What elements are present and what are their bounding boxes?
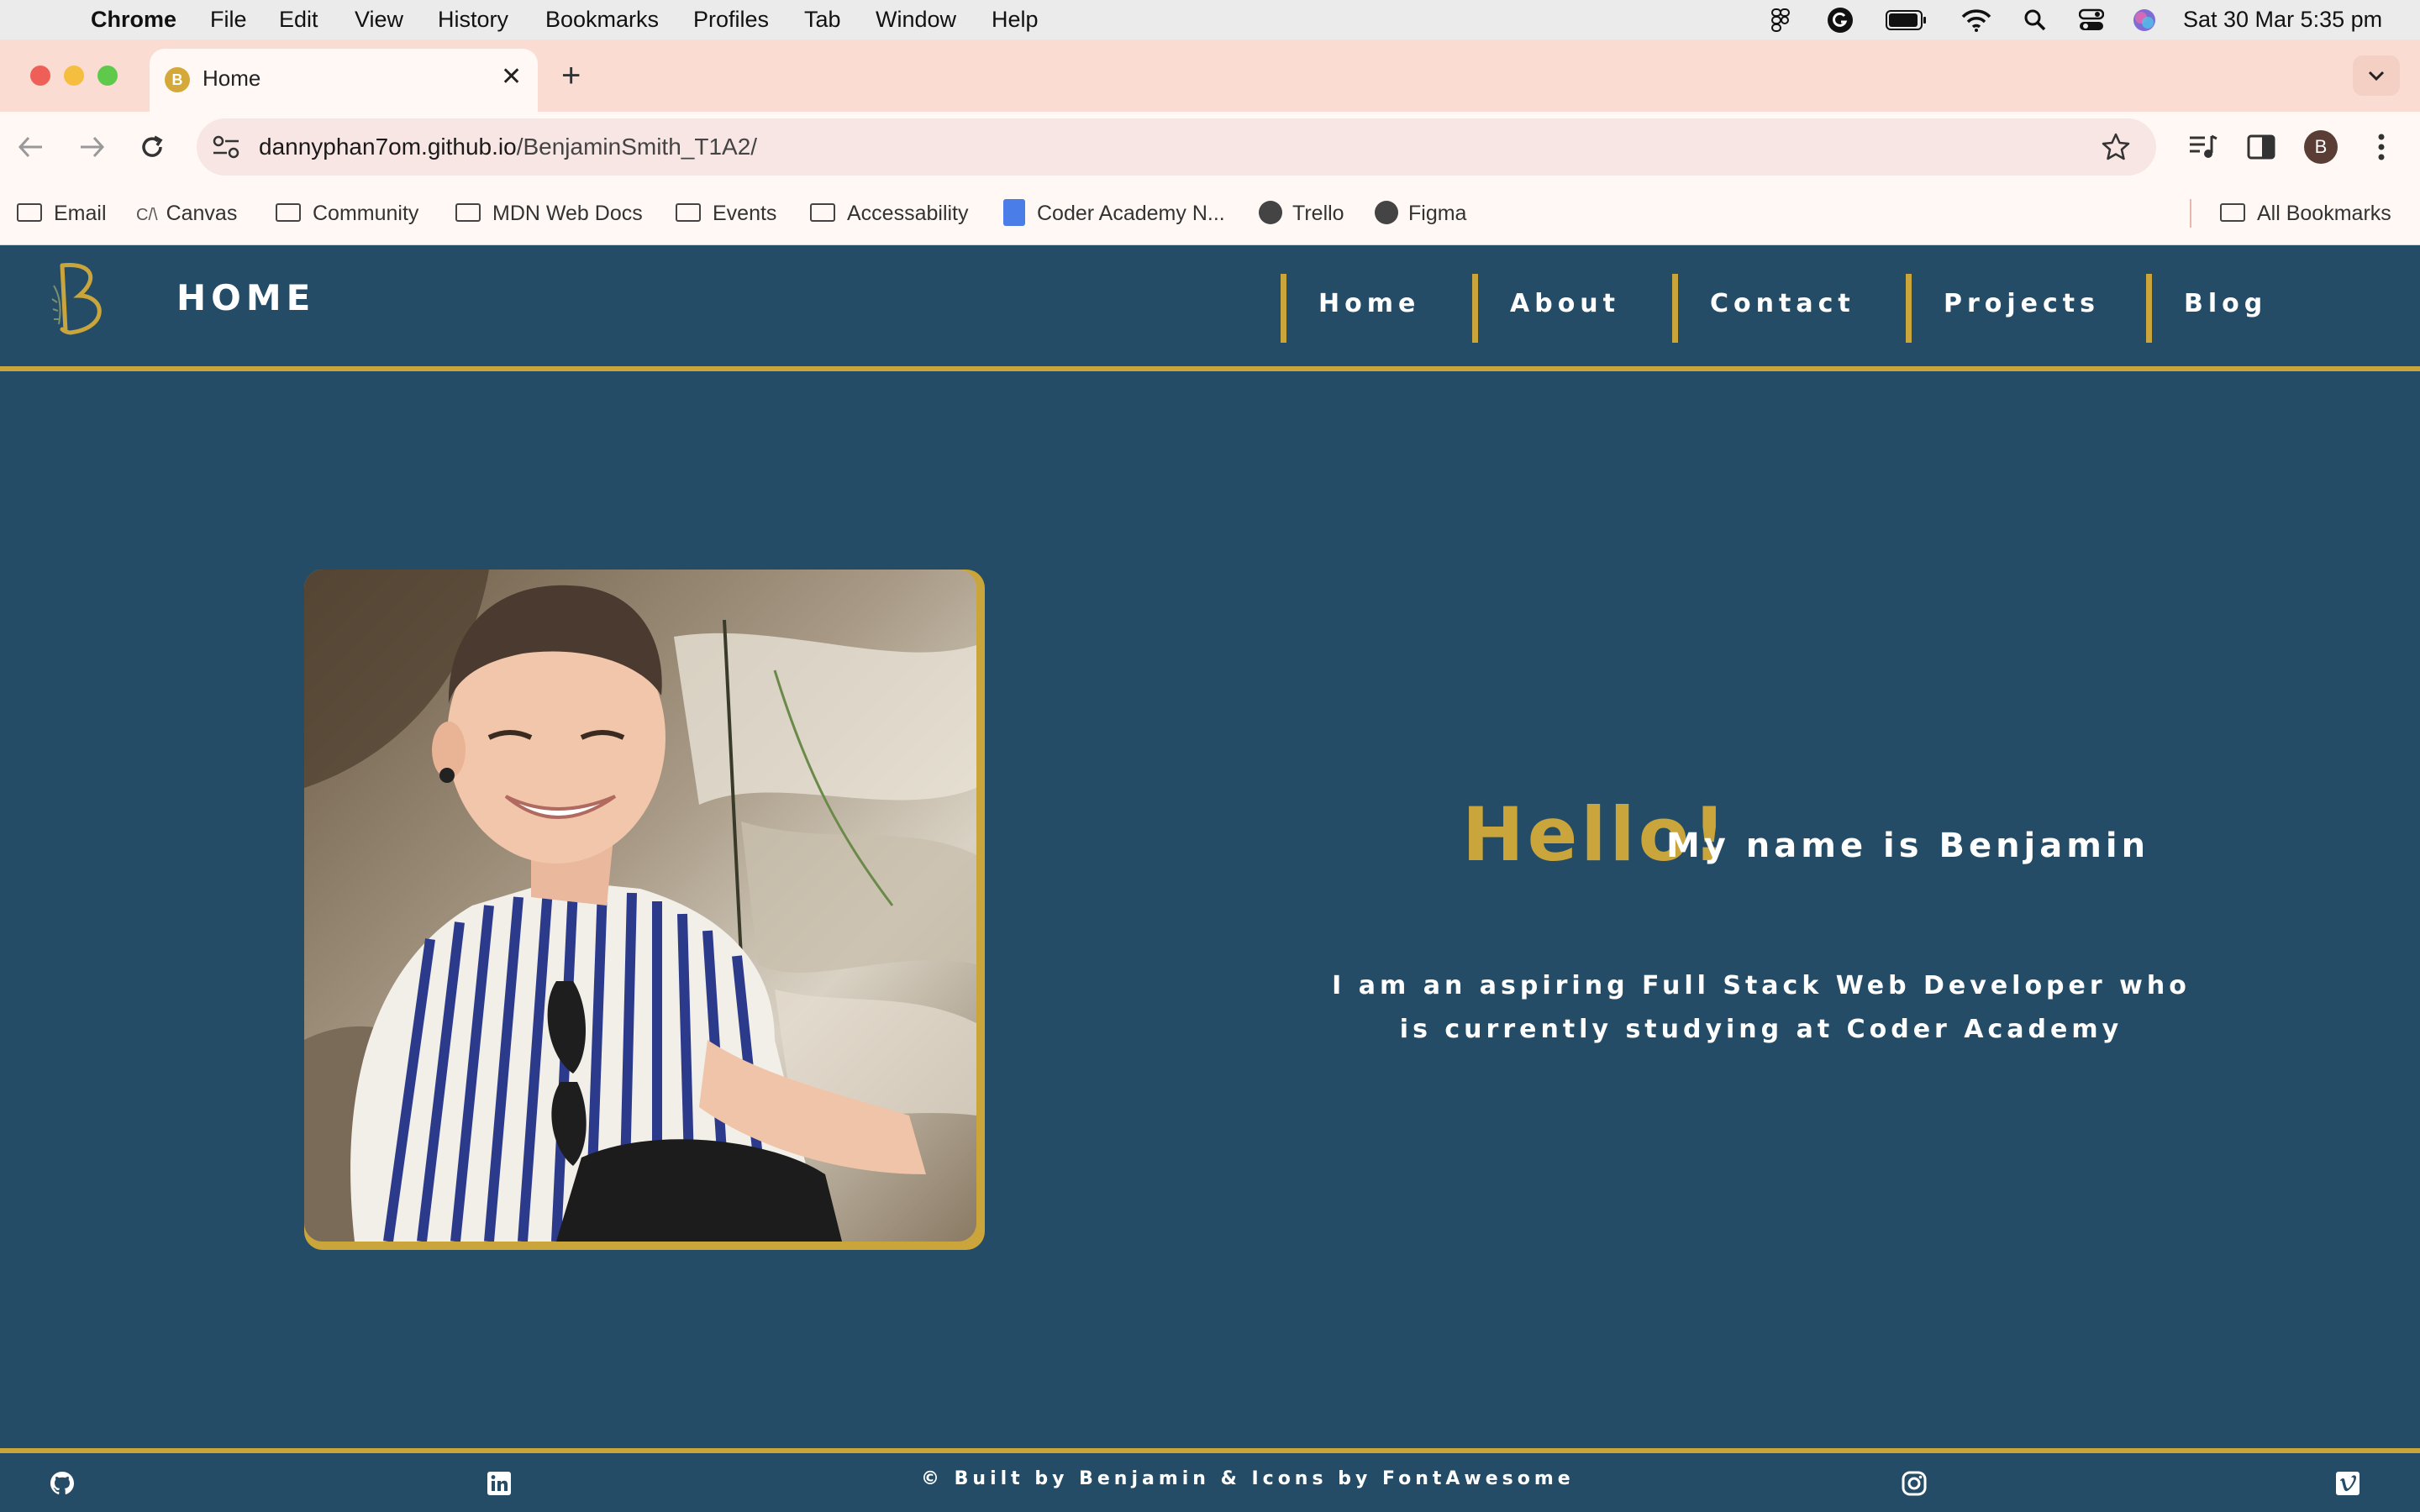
bookmark-events[interactable]: Events (676, 182, 776, 244)
nav-label: Blog (2184, 289, 2268, 318)
tab-title: Home (203, 66, 261, 91)
url-path: /BenjaminSmith_T1A2/ (516, 134, 758, 160)
window-minimize-button[interactable] (64, 66, 84, 86)
menu-edit[interactable]: Edit (279, 0, 318, 39)
intro-name: My name is Benjamin (1666, 827, 2150, 865)
window-zoom-button[interactable] (97, 66, 118, 86)
bookmark-label: All Bookmarks (2257, 202, 2391, 225)
tab-close-icon[interactable]: ✕ (501, 62, 522, 92)
reload-icon[interactable] (138, 133, 166, 161)
battery-icon[interactable] (1886, 10, 1928, 30)
nav-home[interactable]: Home (1281, 274, 1480, 343)
menu-window[interactable]: Window (876, 0, 956, 39)
menu-datetime[interactable]: Sat 30 Mar 5:35 pm (2183, 0, 2382, 39)
wifi-icon[interactable] (1961, 8, 1991, 32)
nav-label: Projects (1944, 289, 2101, 318)
vimeo-icon[interactable] (2334, 1470, 2361, 1497)
spotlight-search-icon[interactable] (2023, 8, 2047, 32)
url-domain: dannyphan7om.github.io (259, 134, 517, 160)
google-docs-icon (1003, 199, 1025, 227)
folder-icon (17, 203, 42, 223)
grammarly-icon[interactable] (1827, 7, 1854, 34)
nav-label: Home (1318, 289, 1421, 318)
nav-contact[interactable]: Contact (1672, 274, 1913, 343)
folder-icon (2220, 203, 2245, 223)
menu-tab[interactable]: Tab (804, 0, 841, 39)
control-center-icon[interactable] (2079, 8, 2104, 32)
nav-label: Contact (1710, 289, 1855, 318)
globe-icon (1259, 201, 1282, 225)
profile-photo (304, 570, 976, 1242)
nav-label: About (1510, 289, 1621, 318)
bookmark-label: Coder Academy N... (1037, 202, 1225, 225)
bookmark-star-icon[interactable] (2101, 132, 2131, 162)
bookmark-community[interactable]: Community (276, 182, 418, 244)
chevron-down-icon (2368, 71, 2385, 81)
menu-app-name[interactable]: Chrome (91, 0, 176, 39)
bookmark-label: Figma (1408, 202, 1467, 225)
menu-bookmarks[interactable]: Bookmarks (545, 0, 659, 39)
bookmark-accessability[interactable]: Accessability (810, 182, 969, 244)
more-options-icon[interactable] (2376, 133, 2386, 161)
menu-history[interactable]: History (438, 0, 508, 39)
nav-projects[interactable]: Projects (1906, 274, 2152, 343)
media-controls-icon[interactable] (2188, 133, 2218, 161)
bookmarks-divider (2190, 199, 2191, 228)
side-panel-icon[interactable] (2247, 134, 2275, 160)
site-info-icon[interactable] (212, 134, 240, 160)
bookmark-trello[interactable]: Trello (1259, 182, 1344, 244)
forward-arrow-icon[interactable] (77, 134, 106, 160)
bookmark-label: Accessability (847, 202, 969, 225)
footer-credit: © Built by Benjamin & Icons by FontAweso… (921, 1468, 1575, 1489)
intro-bio: I am an aspiring Full Stack Web Develope… (1332, 971, 2191, 1044)
bookmark-label: Email (54, 202, 107, 225)
browser-tab[interactable]: B Home ✕ (150, 49, 538, 112)
linkedin-icon[interactable] (486, 1470, 513, 1497)
globe-icon (1375, 201, 1398, 225)
new-tab-icon[interactable]: + (561, 57, 581, 95)
canvas-icon: C/\ (136, 206, 158, 224)
bookmark-label: Canvas (166, 202, 238, 225)
macos-menu-bar: Chrome File Edit View History Bookmarks … (0, 0, 2420, 39)
github-icon[interactable] (49, 1470, 76, 1497)
nav-about[interactable]: About (1472, 274, 1680, 343)
site-logo[interactable] (50, 260, 111, 336)
window-close-button[interactable] (30, 66, 50, 86)
bookmark-figma[interactable]: Figma (1375, 182, 1466, 244)
bookmark-mdn[interactable]: MDN Web Docs (455, 182, 643, 244)
back-arrow-icon[interactable] (17, 134, 45, 160)
figma-icon[interactable] (1771, 8, 1790, 32)
header-divider (0, 366, 2420, 371)
bookmark-label: MDN Web Docs (492, 202, 643, 225)
folder-icon (455, 203, 481, 223)
tab-favicon: B (165, 67, 190, 92)
instagram-icon[interactable] (1901, 1470, 1928, 1497)
bookmark-coder-academy[interactable]: Coder Academy N... (1003, 182, 1225, 244)
bookmarks-bar: Email C/\ Canvas Community MDN Web Docs E… (0, 182, 2420, 245)
menu-view[interactable]: View (355, 0, 403, 39)
url-text[interactable]: dannyphan7om.github.io/BenjaminSmith_T1A… (259, 118, 757, 176)
folder-icon (810, 203, 835, 223)
bookmark-canvas[interactable]: C/\ Canvas (136, 182, 237, 244)
page-title: HOME (176, 277, 316, 318)
menu-file[interactable]: File (210, 0, 247, 39)
bookmark-label: Events (713, 202, 777, 225)
all-bookmarks[interactable]: All Bookmarks (2220, 182, 2391, 244)
address-bar[interactable]: dannyphan7om.github.io/BenjaminSmith_T1A… (197, 118, 2156, 176)
folder-icon (276, 203, 301, 223)
tab-search-button[interactable] (2353, 55, 2400, 96)
profile-avatar[interactable]: B (2304, 130, 2338, 164)
bookmark-label: Community (313, 202, 419, 225)
bookmark-email[interactable]: Email (17, 182, 107, 244)
menu-profiles[interactable]: Profiles (693, 0, 769, 39)
menu-help[interactable]: Help (992, 0, 1039, 39)
nav-blog[interactable]: Blog (2146, 274, 2320, 343)
siri-icon[interactable] (2133, 8, 2156, 32)
bookmark-label: Trello (1292, 202, 1344, 225)
folder-icon (676, 203, 701, 223)
